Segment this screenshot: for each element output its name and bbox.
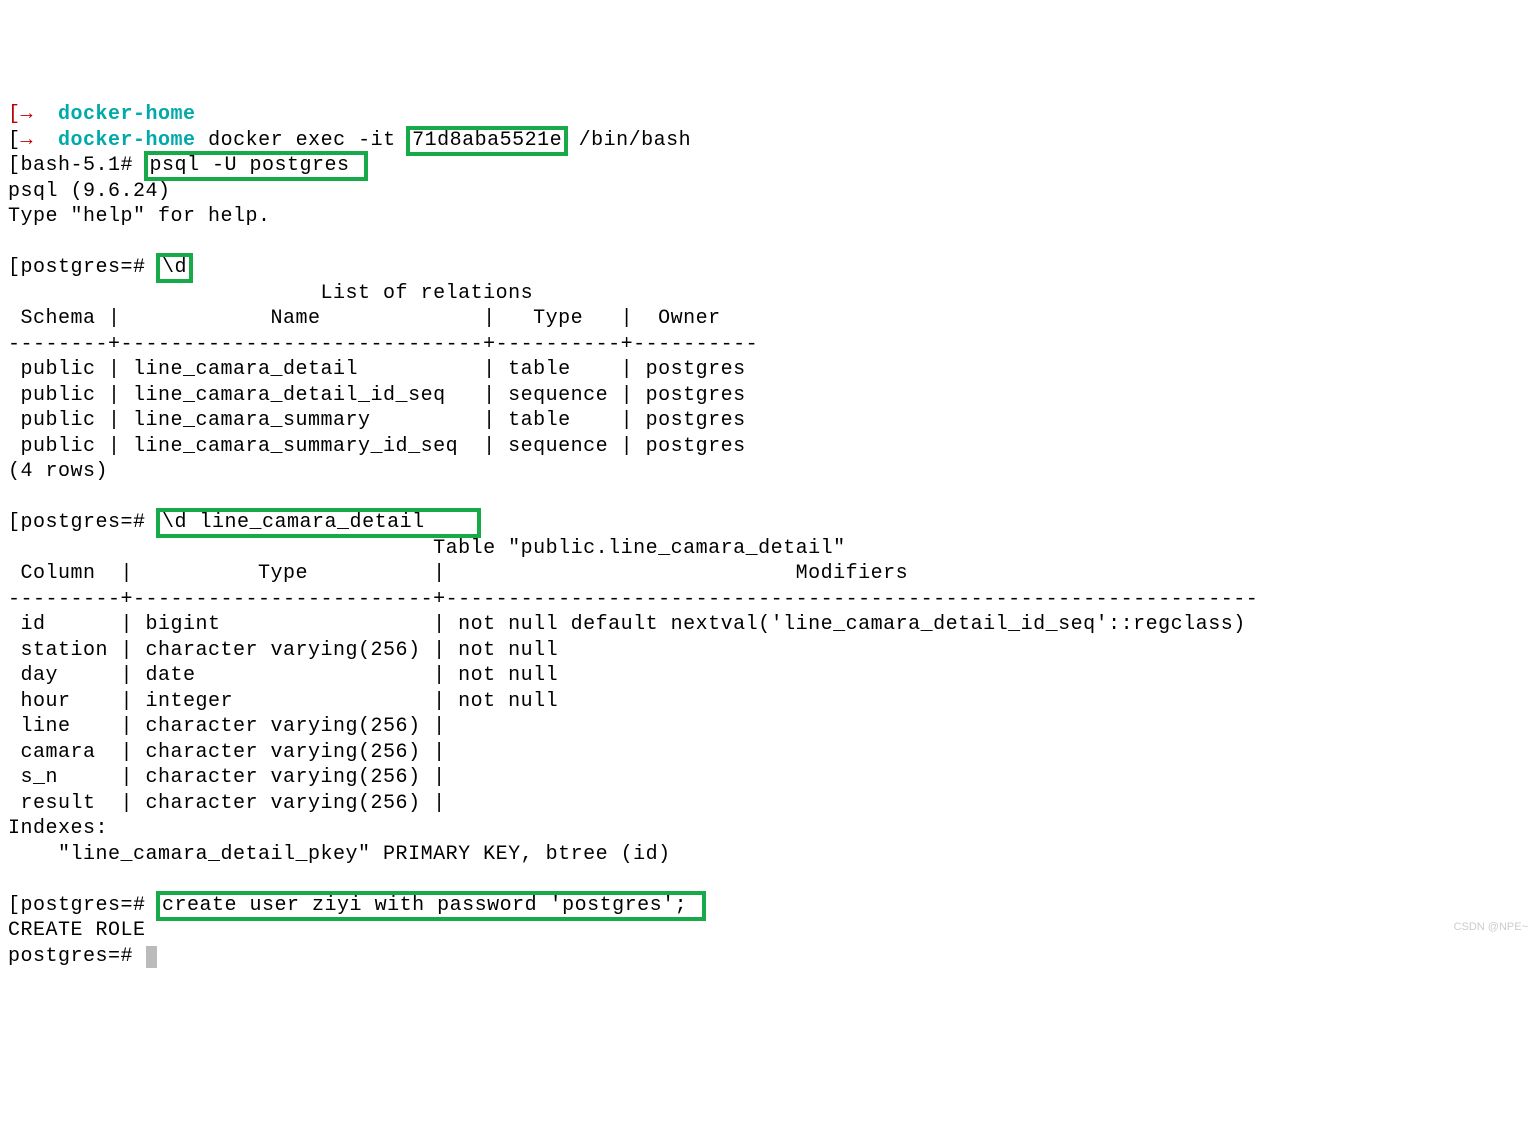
psql-version: psql (9.6.24) [8, 180, 171, 203]
table-row: public | line_camara_summary | table | p… [8, 409, 746, 432]
create-user-cmd-highlight: create user ziyi with password 'postgres… [156, 891, 706, 921]
table-row: hour | integer | not null [8, 690, 558, 713]
table-detail-separator: ---------+------------------------+-----… [8, 588, 1258, 611]
prev-prompt-line: [→ docker-home [8, 103, 196, 126]
d-table-cmd-highlight: \d line_camara_detail [156, 508, 481, 538]
docker-exec-line: [→ docker-home docker exec -it 71d8aba55… [8, 129, 691, 152]
bash-psql-line: [bash-5.1# psql -U postgres [8, 154, 366, 177]
bash-prompt: [bash-5.1# [8, 154, 146, 177]
postgres-prompt: [postgres=# [8, 511, 158, 534]
table-row: camara | character varying(256) | [8, 741, 458, 764]
row-count: (4 rows) [8, 460, 108, 483]
host-name: docker-home [58, 129, 196, 152]
prompt-arrow: → [21, 129, 59, 152]
relations-header: Schema | Name | Type | Owner [8, 307, 758, 330]
table-row: day | date | not null [8, 664, 558, 687]
describe-table-cmd-line: [postgres=# \d line_camara_detail [8, 511, 479, 534]
docker-cmd-pre: docker exec -it [196, 129, 409, 152]
host-name: docker-home [58, 103, 196, 126]
postgres-prompt: postgres=# [8, 945, 146, 968]
create-user-cmd-line: [postgres=# create user ziyi with passwo… [8, 894, 704, 917]
create-role-output: CREATE ROLE [8, 919, 146, 942]
relations-title: List of relations [8, 282, 533, 305]
final-prompt-line[interactable]: postgres=# [8, 945, 157, 968]
table-detail-header: Column | Type | Modifiers [8, 562, 1258, 585]
index-definition: "line_camara_detail_pkey" PRIMARY KEY, b… [8, 843, 671, 866]
watermark: CSDN @NPE~ [1454, 915, 1528, 941]
terminal-output[interactable]: [→ docker-home [→ docker-home docker exe… [0, 102, 1538, 969]
d-cmd-highlight: \d [156, 253, 193, 283]
table-row: station | character varying(256) | not n… [8, 639, 558, 662]
prompt-arrow: [→ [8, 103, 58, 126]
table-row: public | line_camara_detail | table | po… [8, 358, 746, 381]
indexes-label: Indexes: [8, 817, 108, 840]
list-relations-cmd-line: [postgres=# \d [8, 256, 191, 279]
postgres-prompt: [postgres=# [8, 894, 158, 917]
table-row: id | bigint | not null default nextval('… [8, 613, 1246, 636]
table-row: public | line_camara_summary_id_seq | se… [8, 435, 746, 458]
table-row: line | character varying(256) | [8, 715, 458, 738]
table-detail-title: Table "public.line_camara_detail" [8, 537, 846, 560]
table-row: s_n | character varying(256) | [8, 766, 458, 789]
postgres-prompt: [postgres=# [8, 256, 158, 279]
cursor[interactable] [146, 946, 157, 968]
psql-help-hint: Type "help" for help. [8, 205, 271, 228]
docker-cmd-post: /bin/bash [566, 129, 691, 152]
table-row: result | character varying(256) | [8, 792, 458, 815]
relations-separator: --------+-----------------------------+-… [8, 333, 758, 356]
table-row: public | line_camara_detail_id_seq | seq… [8, 384, 746, 407]
bracket: [ [8, 129, 21, 152]
container-id-highlight: 71d8aba5521e [406, 126, 568, 156]
psql-cmd-highlight: psql -U postgres [144, 151, 369, 181]
